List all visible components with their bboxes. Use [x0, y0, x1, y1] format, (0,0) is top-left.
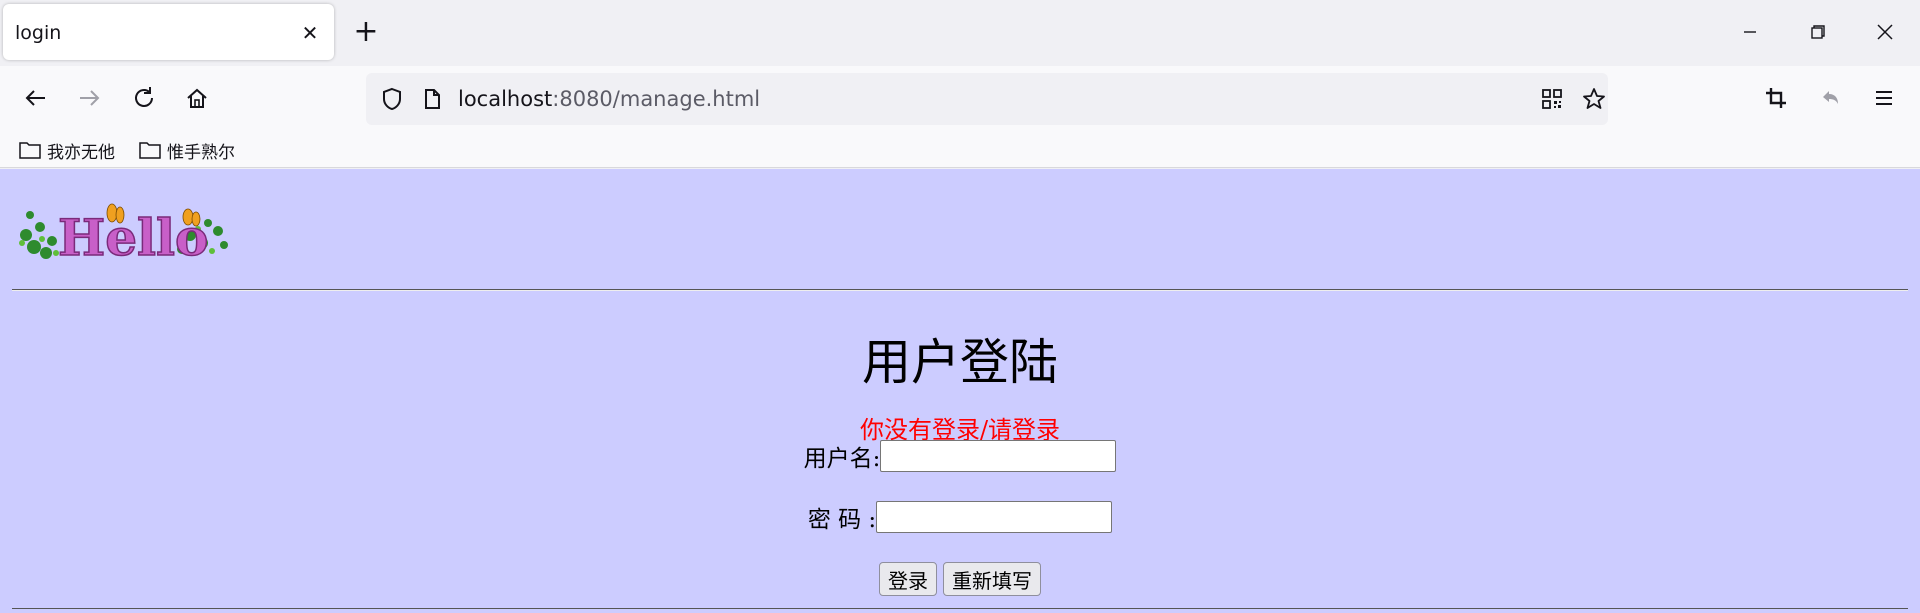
url-bar[interactable]: localhost:8080/manage.html [366, 73, 1608, 125]
url-text[interactable]: localhost:8080/manage.html [458, 87, 760, 111]
crop-icon[interactable] [1758, 80, 1794, 116]
password-input[interactable] [876, 501, 1113, 533]
form-buttons: 登录 重新填写 [0, 562, 1920, 596]
tab-login[interactable]: login ✕ [3, 4, 334, 60]
star-icon[interactable] [1576, 81, 1612, 117]
username-label: 用户名: [803, 446, 881, 472]
reload-icon[interactable] [126, 80, 162, 116]
top-divider [12, 289, 1908, 291]
close-icon[interactable] [1865, 14, 1905, 50]
menu-icon[interactable] [1866, 80, 1902, 116]
home-icon[interactable] [179, 80, 215, 116]
bottom-divider [12, 608, 1908, 609]
bookmark-label: 我亦无他 [47, 142, 115, 163]
minimize-icon[interactable] [1730, 14, 1770, 50]
tab-bar: login ✕ + [0, 0, 1920, 66]
undo-icon[interactable] [1812, 80, 1848, 116]
bookmark-label: 惟手熟尔 [167, 142, 235, 163]
bookmark-folder[interactable]: 我亦无他 [19, 136, 115, 164]
shield-icon[interactable] [374, 81, 410, 117]
new-tab-icon[interactable]: + [352, 17, 380, 47]
username-row: 用户名: [0, 439, 1920, 473]
tab-close-icon[interactable]: ✕ [300, 23, 320, 43]
url-host: localhost [458, 87, 553, 111]
page-content: Hello 用户登陆 你没有登录/请登录 用户名: 密 码 : 登录 重新填写 [0, 169, 1920, 613]
reset-button[interactable]: 重新填写 [943, 562, 1041, 596]
page-icon[interactable] [414, 81, 450, 117]
url-path: :8080/manage.html [552, 87, 761, 111]
username-input[interactable] [880, 440, 1117, 472]
forward-icon[interactable] [71, 80, 107, 116]
qr-code-icon[interactable] [1534, 81, 1570, 117]
bookmarks-bar: 我亦无他 惟手熟尔 [0, 132, 1920, 168]
password-label: 密 码 : [807, 507, 877, 533]
hello-logo-image: Hello [12, 191, 232, 268]
page-title: 用户登陆 [861, 334, 1058, 391]
back-icon[interactable] [18, 80, 54, 116]
password-row: 密 码 : [0, 500, 1920, 534]
login-button[interactable]: 登录 [879, 562, 937, 596]
folder-icon [139, 142, 161, 159]
folder-icon [19, 142, 41, 159]
bookmark-folder[interactable]: 惟手熟尔 [139, 136, 235, 164]
restore-icon[interactable] [1797, 14, 1837, 50]
nav-bar: localhost:8080/manage.html [0, 66, 1920, 132]
tab-title: login [15, 22, 62, 44]
